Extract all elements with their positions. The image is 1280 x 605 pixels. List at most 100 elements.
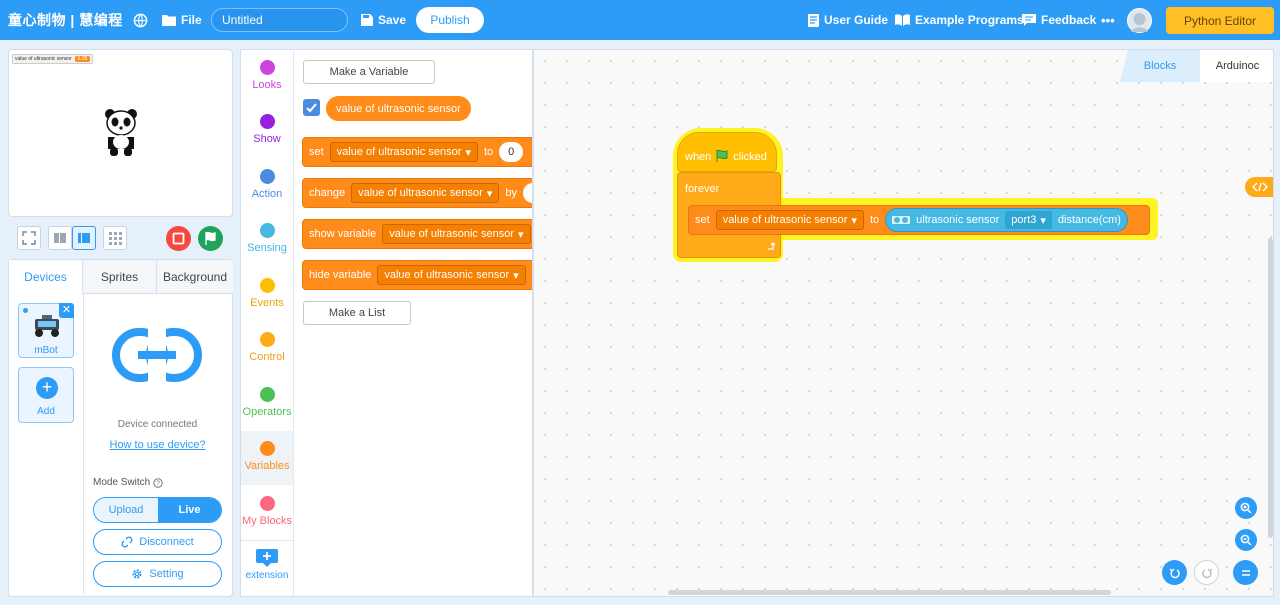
device-card-mbot[interactable]: ✕ mBot: [18, 303, 74, 358]
mbot-robot-icon: [35, 315, 59, 337]
tab-background[interactable]: Background: [157, 260, 233, 294]
unlink-icon: [121, 536, 133, 548]
category-my-blocks[interactable]: My Blocks: [241, 486, 293, 540]
show-dot: [259, 114, 275, 129]
variable-dropdown[interactable]: value of ultrasonic sensor ▾: [351, 183, 500, 203]
panda-sprite[interactable]: [102, 107, 140, 157]
connection-link-icon: [112, 327, 202, 383]
variable-dropdown[interactable]: value of ultrasonic sensor ▾: [377, 265, 526, 285]
live-mode-button[interactable]: Live: [158, 498, 221, 522]
horizontal-scrollbar[interactable]: [668, 590, 1111, 595]
folder-icon: [162, 15, 176, 26]
feedback-link[interactable]: Feedback: [1022, 0, 1096, 40]
dropdown-arrow-icon: ▾: [851, 214, 857, 227]
grid-view-button[interactable]: [103, 226, 127, 250]
avatar-icon: [1131, 13, 1148, 32]
project-title-input[interactable]: [211, 8, 348, 32]
python-editor-button[interactable]: Python Editor: [1166, 7, 1274, 34]
zoom-in-button[interactable]: [1235, 497, 1257, 519]
reset-zoom-button[interactable]: [1233, 560, 1258, 585]
publish-button[interactable]: Publish: [416, 7, 484, 33]
grid-icon: [109, 232, 122, 245]
user-avatar[interactable]: [1127, 8, 1152, 33]
dropdown-arrow-icon: ▾: [518, 228, 524, 241]
how-to-use-link[interactable]: How to use device?: [93, 439, 222, 451]
category-show[interactable]: Show: [241, 104, 293, 158]
make-variable-button[interactable]: Make a Variable: [303, 60, 435, 84]
fullscreen-button[interactable]: [17, 226, 41, 250]
category-variables[interactable]: Variables: [241, 431, 293, 485]
set-value-input[interactable]: 0: [499, 142, 524, 162]
language-button[interactable]: [133, 0, 148, 40]
category-looks[interactable]: Looks: [241, 50, 293, 104]
category-action[interactable]: Action: [241, 159, 293, 213]
save-icon: [361, 14, 373, 26]
hide-variable-block[interactable]: hide variable value of ultrasonic sensor…: [302, 260, 532, 290]
tab-devices[interactable]: Devices: [9, 260, 83, 294]
port-dropdown[interactable]: port3 ▾: [1005, 211, 1052, 229]
events-dot: [259, 278, 275, 293]
code-toggle-button[interactable]: [1245, 177, 1273, 197]
file-menu[interactable]: File: [162, 0, 202, 40]
zoom-out-button[interactable]: [1235, 529, 1257, 551]
ultrasonic-sensor-block[interactable]: ultrasonic sensor port3 ▾ distance(cm): [885, 208, 1128, 232]
action-dot: [259, 169, 275, 184]
change-value-input[interactable]: [522, 183, 532, 203]
variable-dropdown[interactable]: value of ultrasonic sensor ▾: [382, 224, 531, 244]
set-variable-script-block[interactable]: set value of ultrasonic sensor ▾ to ultra…: [688, 205, 1150, 235]
category-divider: [241, 540, 293, 541]
make-list-button[interactable]: Make a List: [303, 301, 411, 325]
add-device-button[interactable]: + Add: [18, 367, 74, 423]
code-workspace[interactable]: Blocks Arduinoc when clicked forever set…: [533, 49, 1274, 597]
variable-dropdown[interactable]: value of ultrasonic sensor ▾: [329, 142, 478, 162]
ultrasonic-sensor-icon: [892, 216, 911, 224]
sensing-dot: [259, 223, 275, 238]
help-icon[interactable]: ?: [153, 477, 163, 488]
active-dot: [23, 308, 28, 313]
redo-button[interactable]: [1194, 560, 1219, 585]
dropdown-arrow-icon: ▾: [1040, 214, 1046, 227]
flag-icon: [205, 231, 216, 245]
tab-blocks[interactable]: Blocks: [1120, 50, 1200, 82]
variable-checkbox[interactable]: [303, 99, 320, 116]
normal-stage-icon: [78, 233, 90, 243]
normal-stage-button[interactable]: [72, 226, 96, 250]
setting-button[interactable]: Setting: [93, 561, 222, 587]
stop-button[interactable]: [166, 226, 191, 251]
undo-button[interactable]: [1162, 560, 1187, 585]
extension-button[interactable]: extension: [241, 545, 293, 599]
svg-text:?: ?: [156, 480, 160, 487]
check-icon: [306, 103, 317, 113]
variable-dropdown[interactable]: value of ultrasonic sensor ▾: [715, 210, 864, 230]
disconnect-button[interactable]: Disconnect: [93, 529, 222, 555]
example-programs-link[interactable]: Example Programs: [895, 0, 1024, 40]
change-variable-block[interactable]: change value of ultrasonic sensor ▾ by: [302, 178, 532, 208]
user-guide-link[interactable]: User Guide: [808, 0, 888, 40]
more-menu[interactable]: •••: [1101, 0, 1115, 40]
when-flag-clicked-block[interactable]: when clicked: [677, 132, 777, 172]
app-logo: 童心制物 | 慧编程: [8, 12, 123, 28]
category-sensing[interactable]: Sensing: [241, 213, 293, 267]
stage[interactable]: value of ultrasonic sensor 6.36: [8, 49, 233, 217]
category-events[interactable]: Events: [241, 268, 293, 322]
loop-arrow-icon: [768, 242, 776, 250]
document-icon: [808, 13, 819, 27]
set-variable-block[interactable]: set value of ultrasonic sensor ▾ to 0: [302, 137, 532, 167]
variables-dot: [259, 441, 275, 456]
control-dot: [259, 332, 275, 347]
add-icon: +: [36, 377, 58, 399]
globe-icon: [133, 13, 148, 27]
category-control[interactable]: Control: [241, 322, 293, 376]
save-button[interactable]: Save: [361, 0, 406, 40]
show-variable-block[interactable]: show variable value of ultrasonic sensor…: [302, 219, 532, 249]
tab-arduinoc[interactable]: Arduinoc: [1200, 50, 1273, 82]
green-flag-button[interactable]: [198, 226, 223, 251]
device-list-divider: [83, 294, 84, 597]
small-stage-button[interactable]: [48, 226, 72, 250]
vertical-scrollbar[interactable]: [1268, 238, 1273, 538]
small-stage-icon: [54, 233, 66, 243]
upload-mode-button[interactable]: Upload: [94, 498, 158, 522]
category-operators[interactable]: Operators: [241, 377, 293, 431]
variable-reporter-block[interactable]: value of ultrasonic sensor: [326, 96, 471, 121]
tab-sprites[interactable]: Sprites: [83, 260, 157, 294]
